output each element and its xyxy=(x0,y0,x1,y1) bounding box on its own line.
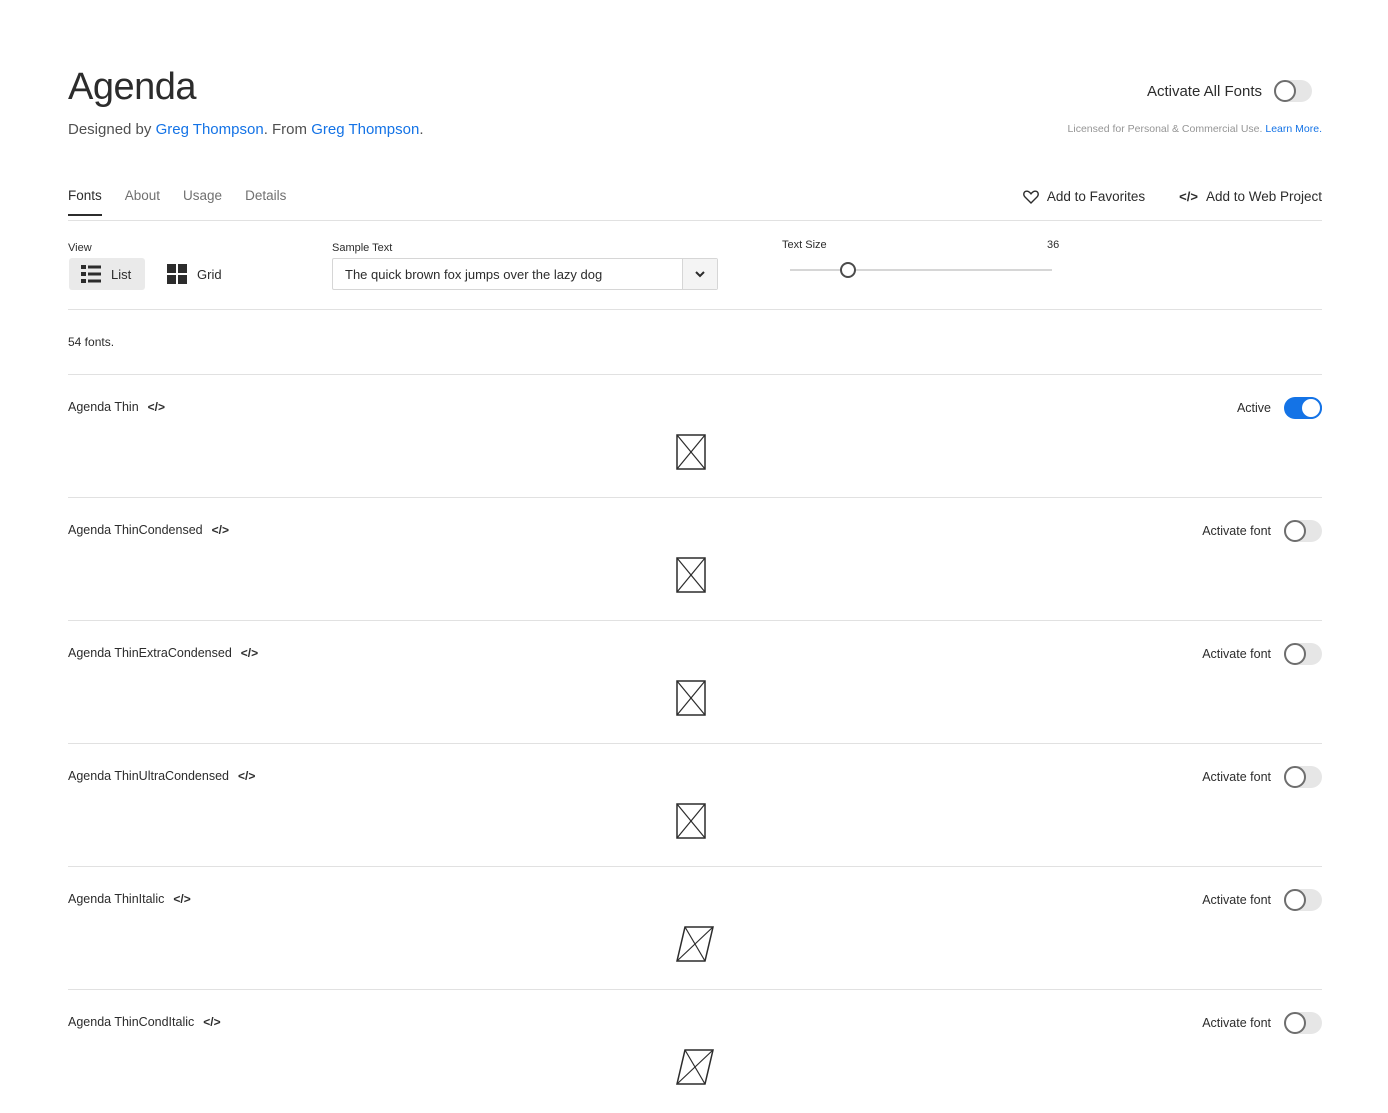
byline-prefix: Designed by xyxy=(68,121,152,138)
activate-all-label: Activate All Fonts xyxy=(1146,82,1262,100)
activate-font-toggle[interactable] xyxy=(1284,766,1322,788)
font-status-label: Activate font xyxy=(1202,524,1271,538)
activate-font-toggle[interactable] xyxy=(1284,397,1322,419)
font-row: Agenda ThinCondensed </> Activate font xyxy=(68,498,1322,621)
text-size-label: Text Size xyxy=(782,239,827,251)
activate-all-toggle[interactable] xyxy=(1274,80,1312,102)
font-name: Agenda ThinExtraCondensed xyxy=(68,646,232,660)
foundry-link[interactable]: Greg Thompson xyxy=(311,121,419,138)
grid-label: Grid xyxy=(197,266,222,282)
list-icon xyxy=(81,265,101,283)
divider xyxy=(68,220,1322,221)
font-name: Agenda Thin xyxy=(68,400,139,414)
favorites-label: Add to Favorites xyxy=(1046,189,1146,204)
byline-end: . xyxy=(419,121,424,138)
font-row: Agenda ThinExtraCondensed </> Activate fo… xyxy=(68,621,1322,744)
embed-code-icon[interactable]: </> xyxy=(212,523,229,537)
font-row: Agenda Thin </> Active xyxy=(68,375,1322,498)
embed-code-icon[interactable]: </> xyxy=(203,1015,220,1029)
designer-link[interactable]: Greg Thompson xyxy=(156,121,264,138)
font-status-label: Active xyxy=(1236,401,1271,415)
family-actions: Add to Favorites </> Add to Web Project xyxy=(1022,189,1322,204)
license-text: Licensed for Personal & Commercial Use. xyxy=(1067,123,1263,135)
sample-text-value: The quick brown fox jumps over the lazy … xyxy=(345,266,603,282)
view-label: View xyxy=(68,242,92,254)
activate-font-toggle[interactable] xyxy=(1284,643,1322,665)
chevron-down-icon[interactable] xyxy=(682,259,717,289)
missing-glyph-icon xyxy=(676,1049,714,1085)
font-row: Agenda ThinItalic </> Activate font xyxy=(68,867,1322,990)
embed-code-icon[interactable]: </> xyxy=(148,400,165,414)
font-row: Agenda ThinUltraCondensed </> Activate fo… xyxy=(68,744,1322,867)
font-name: Agenda ThinCondensed xyxy=(68,523,203,537)
activate-font-toggle[interactable] xyxy=(1284,1012,1322,1034)
text-size-slider[interactable] xyxy=(790,269,1052,271)
missing-glyph-icon xyxy=(676,926,714,962)
page-title: Agenda xyxy=(68,66,197,108)
list-view-button[interactable]: List xyxy=(69,258,145,290)
add-to-favorites-button[interactable]: Add to Favorites xyxy=(1022,189,1146,204)
font-status-label: Activate font xyxy=(1202,893,1271,907)
tab-fonts[interactable]: Fonts xyxy=(68,188,102,216)
sample-text-label: Sample Text xyxy=(332,242,393,254)
tab-about[interactable]: About xyxy=(125,188,160,216)
add-to-web-project-button[interactable]: </> Add to Web Project xyxy=(1179,189,1322,204)
tab-bar: Fonts About Usage Details xyxy=(68,188,286,216)
font-count: 54 fonts. xyxy=(68,335,115,349)
activate-all-fonts: Activate All Fonts xyxy=(1147,80,1312,102)
font-status-label: Activate font xyxy=(1202,647,1271,661)
code-icon: </> xyxy=(1179,189,1198,204)
tab-usage[interactable]: Usage xyxy=(183,188,222,216)
web-project-label: Add to Web Project xyxy=(1205,189,1322,204)
divider xyxy=(68,309,1322,310)
embed-code-icon[interactable]: </> xyxy=(241,646,258,660)
text-size-slider-handle[interactable] xyxy=(840,262,856,278)
font-status-label: Activate font xyxy=(1202,770,1271,784)
font-name: Agenda ThinItalic xyxy=(68,892,165,906)
tab-details[interactable]: Details xyxy=(245,188,286,216)
learn-more-link[interactable]: Learn More. xyxy=(1265,123,1322,135)
license-note: Licensed for Personal & Commercial Use. … xyxy=(1068,123,1322,135)
activate-font-toggle[interactable] xyxy=(1284,889,1322,911)
font-row: Agenda ThinCondItalic </> Activate font xyxy=(68,990,1322,1113)
missing-glyph-icon xyxy=(676,803,706,839)
sample-text-select[interactable]: The quick brown fox jumps over the lazy … xyxy=(332,258,718,290)
embed-code-icon[interactable]: </> xyxy=(238,769,255,783)
grid-view-button[interactable]: Grid xyxy=(155,258,234,290)
missing-glyph-icon xyxy=(676,557,706,593)
embed-code-icon[interactable]: </> xyxy=(173,892,190,906)
heart-icon xyxy=(1022,189,1039,204)
font-name: Agenda ThinCondItalic xyxy=(68,1015,195,1029)
missing-glyph-icon xyxy=(676,434,706,470)
list-label: List xyxy=(111,266,132,282)
grid-icon xyxy=(167,264,187,284)
activate-font-toggle[interactable] xyxy=(1284,520,1322,542)
missing-glyph-icon xyxy=(676,680,706,716)
text-size-value: 36 xyxy=(1047,239,1060,251)
font-status-label: Activate font xyxy=(1202,1016,1271,1030)
byline: Designed by Greg Thompson. From Greg Tho… xyxy=(68,121,424,138)
font-name: Agenda ThinUltraCondensed xyxy=(68,769,229,783)
byline-mid: . From xyxy=(263,121,308,138)
